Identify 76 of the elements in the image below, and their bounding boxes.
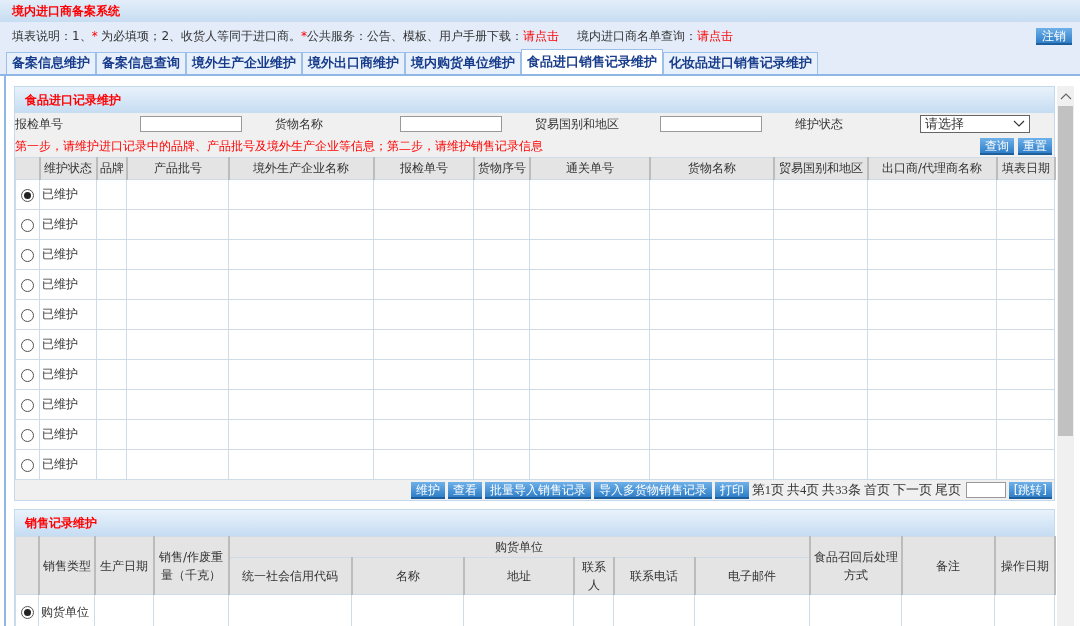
column-header: 维护状态 — [39, 157, 97, 180]
page-number-field[interactable] — [965, 482, 1006, 498]
column-header: 统一社会信用代码 — [228, 557, 352, 595]
radio-button[interactable] — [21, 218, 34, 232]
column-header: 销售/作废重量（千克） — [153, 536, 229, 595]
tab[interactable]: 备案信息查询 — [96, 52, 186, 74]
table-cell: 已维护 — [39, 449, 97, 480]
tab[interactable]: 境外出口商维护 — [302, 52, 405, 74]
radio-button[interactable] — [21, 428, 34, 442]
table-cell: 已维护 — [39, 269, 97, 300]
filter-label: 报检单号 — [15, 115, 64, 133]
radio-button[interactable] — [21, 188, 34, 202]
radio-button[interactable] — [21, 338, 34, 352]
radio-button[interactable] — [21, 458, 34, 472]
chevron-down-icon — [1013, 120, 1025, 128]
panel-title: 食品进口记录维护 — [25, 91, 121, 109]
filter-label: 维护状态 — [795, 115, 844, 133]
column-header: 报检单号 — [373, 157, 474, 180]
status-dropdown[interactable]: 请选择 — [920, 115, 1030, 133]
table-cell: 已维护 — [39, 329, 97, 360]
table-cell: 购货单位 — [38, 594, 95, 626]
page-total: 共4页 — [786, 481, 820, 499]
scroll-up-icon[interactable] — [1059, 92, 1072, 100]
column-header: 货物序号 — [473, 157, 530, 180]
table-cell: 已维护 — [39, 389, 97, 420]
filter-label: 贸易国别和地区 — [535, 115, 620, 133]
filter-field[interactable] — [660, 116, 762, 132]
radio-button[interactable] — [20, 606, 34, 619]
tab[interactable]: 境内购货单位维护 — [405, 52, 521, 74]
column-header: 品牌 — [96, 157, 127, 180]
table-cell: 已维护 — [39, 239, 97, 270]
filter-field[interactable] — [140, 116, 242, 132]
column-header: 联系电话 — [613, 557, 695, 595]
column-group-header: 购货单位 — [228, 536, 810, 558]
column-header: 境外生产企业名称 — [228, 157, 374, 180]
column-header: 食品召回后处理方式 — [809, 536, 902, 595]
column-header: 销售类型 — [38, 536, 95, 595]
panel-title: 销售记录维护 — [25, 514, 97, 532]
radio-button[interactable] — [21, 308, 34, 322]
column-header: 生产日期 — [94, 536, 154, 595]
last-page-link[interactable]: 尾页 — [934, 481, 961, 499]
tab[interactable]: 备案信息维护 — [6, 52, 96, 74]
radio-button[interactable] — [21, 398, 34, 412]
tab[interactable]: 食品进口销售记录维护 — [521, 49, 663, 74]
page-info: 第1页 — [751, 481, 784, 499]
column-header: 地址 — [463, 557, 574, 595]
column-header: 产品批号 — [126, 157, 229, 180]
column-header: 备注 — [901, 536, 995, 595]
table-cell: 已维护 — [39, 179, 97, 210]
column-header: 贸易国别和地区 — [773, 157, 868, 180]
tab[interactable]: 境外生产企业维护 — [186, 52, 302, 74]
column-header: 填表日期 — [996, 157, 1055, 180]
column-header: 电子邮件 — [694, 557, 810, 595]
filter-field[interactable] — [400, 116, 502, 132]
table-cell: 已维护 — [39, 359, 97, 390]
system-title: 境内进口商备案系统 — [12, 2, 120, 20]
radio-button[interactable] — [21, 368, 34, 382]
tab[interactable]: 化妆品进口销售记录维护 — [663, 52, 818, 74]
column-header: 货物名称 — [649, 157, 774, 180]
column-header: 联系人 — [573, 557, 614, 595]
radio-button[interactable] — [21, 278, 34, 292]
column-header: 名称 — [351, 557, 464, 595]
record-count: 共33条 — [822, 481, 861, 499]
filter-label: 货物名称 — [275, 115, 324, 133]
first-page-link[interactable]: 首页 — [863, 481, 890, 499]
column-header: 出口商/代理商名称 — [867, 157, 997, 180]
next-page-link[interactable]: 下一页 — [892, 481, 932, 499]
column-header: 操作日期 — [994, 536, 1055, 595]
instruction-text: 第一步，请维护进口记录中的品牌、产品批号及境外生产企业等信息；第二步，请维护销售记录信息 — [15, 137, 543, 155]
table-cell: 已维护 — [39, 299, 97, 330]
list-query-label: 境内进口商名单查询： — [577, 27, 698, 45]
table-cell: 已维护 — [39, 209, 97, 240]
column-header: 通关单号 — [529, 157, 650, 180]
radio-button[interactable] — [21, 248, 34, 262]
table-cell: 已维护 — [39, 419, 97, 450]
form-instructions: 填表说明：1、* 为必填项；2、收货人等同于进口商。*公共服务：公告、模板、用户手册下载： — [12, 27, 524, 45]
